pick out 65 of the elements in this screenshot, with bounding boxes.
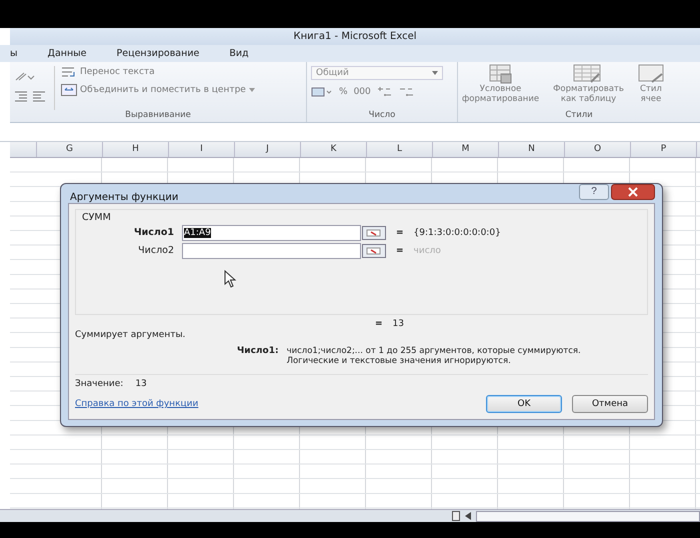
thousands-button[interactable]: 000	[354, 87, 371, 97]
argument-input[interactable]: A1:A9	[182, 224, 361, 240]
dialog-button[interactable]: OK	[486, 395, 562, 413]
scrollbar[interactable]	[476, 510, 700, 522]
ribbon-tab[interactable]: Данные	[48, 48, 87, 59]
column-header[interactable]: J	[235, 142, 301, 157]
conditional-formatting-button[interactable]: Условное форматирование	[462, 64, 540, 110]
help-button[interactable]: ?	[579, 184, 609, 200]
column-header[interactable]: N	[499, 142, 565, 157]
function-description: Суммирует аргументы.	[75, 330, 186, 342]
collapse-dialog-icon[interactable]	[362, 226, 386, 240]
column-header[interactable]: H	[103, 142, 169, 157]
group-label: Стили	[564, 110, 594, 122]
window-title: Книга1 - Microsoft Excel	[293, 31, 417, 42]
equals-sign: =	[396, 228, 404, 238]
argument-label: Число2	[137, 245, 175, 256]
split-box-icon[interactable]	[452, 511, 460, 521]
argument-result: {9:1:3:0:0:0:0:0:0}	[414, 228, 501, 238]
ribbon-tab[interactable]: Вид	[229, 48, 249, 59]
merge-center-button[interactable]: Объединить и поместить в центре	[61, 84, 255, 96]
wrap-text-icon	[61, 66, 77, 78]
argument-help-label: Число1:	[237, 346, 279, 358]
column-header[interactable]: K	[301, 142, 367, 157]
value-text: 13	[135, 379, 147, 389]
indent-icon[interactable]	[14, 90, 48, 102]
column-header[interactable]: I	[169, 142, 235, 157]
format-as-table-button[interactable]: Форматировать как таблицу	[553, 64, 624, 110]
argument-result: число	[414, 246, 441, 256]
caret-icon	[432, 71, 438, 75]
ribbon-tab[interactable]: ы	[10, 48, 18, 59]
increase-decimal-icon[interactable]	[376, 86, 393, 98]
caret-icon	[248, 88, 255, 92]
text-direction-icon[interactable]	[14, 70, 36, 82]
equals-sign: =	[396, 246, 404, 256]
merge-cells-icon	[61, 84, 77, 96]
column-header[interactable]: M	[433, 142, 499, 157]
cell-styles-button[interactable]: Стил ячее	[638, 64, 664, 110]
table-icon	[573, 64, 604, 84]
argument-help-text: число1;число2;... от 1 до 255 аргументов, которые суммируются.	[286, 346, 581, 356]
cell-styles-icon	[638, 64, 664, 84]
percent-button[interactable]: %	[339, 87, 348, 97]
mouse-pointer-icon	[224, 270, 238, 288]
collapse-dialog-icon[interactable]	[362, 244, 386, 258]
column-header[interactable]: O	[565, 142, 631, 157]
dialog-title: Аргументы функции	[69, 191, 178, 203]
help-link[interactable]: Справка по этой функции	[75, 399, 198, 409]
conditional-formatting-icon	[488, 64, 513, 84]
value-label: Значение:	[75, 379, 124, 389]
column-header[interactable]: L	[367, 142, 433, 157]
equals-sign: =	[375, 318, 383, 328]
decrease-decimal-icon[interactable]	[398, 86, 415, 98]
close-icon[interactable]	[611, 184, 655, 200]
wrap-text-button[interactable]: Перенос текста	[61, 66, 255, 78]
column-header[interactable]: G	[37, 142, 103, 157]
column-header[interactable]: P	[631, 142, 697, 157]
function-name: СУММ	[82, 212, 111, 223]
formula-result: 13	[392, 318, 404, 328]
argument-input[interactable]	[182, 242, 361, 258]
argument-help-text: Логические и текстовые значения игнорируются.	[286, 356, 512, 366]
group-label: Число	[368, 110, 396, 122]
scroll-left-icon[interactable]	[464, 511, 472, 521]
argument-label: Число1	[132, 227, 175, 238]
group-label: Выравнивание	[124, 110, 192, 122]
ribbon-tab[interactable]: Рецензирование	[116, 48, 200, 59]
dialog-button[interactable]: Отмена	[572, 395, 648, 413]
